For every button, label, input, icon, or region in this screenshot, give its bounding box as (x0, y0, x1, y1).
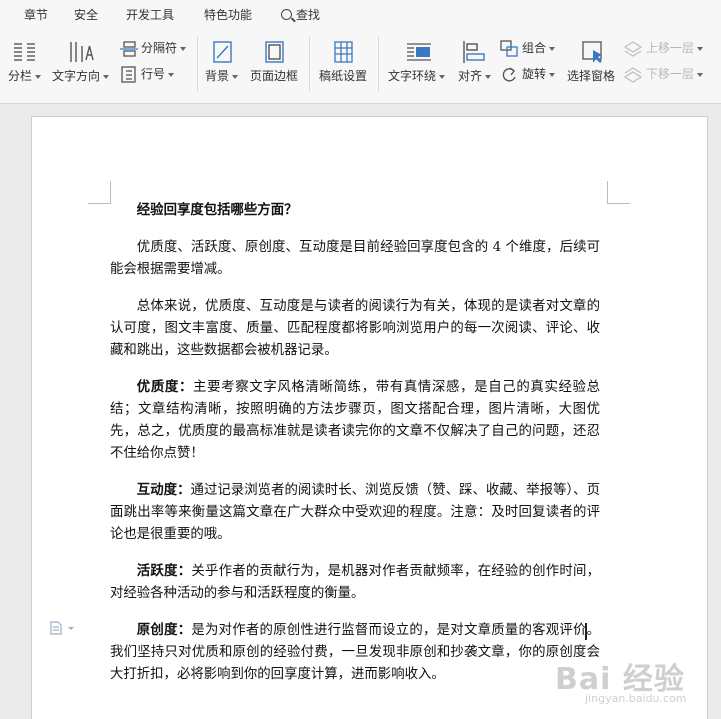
rotate-icon (502, 67, 516, 82)
columns-label: 分栏 (8, 69, 41, 83)
paragraph: 活跃度：关乎作者的贡献行为，是机器对作者贡献频率，在经验的创作时间，对经验各种活… (110, 561, 600, 605)
background-icon (213, 41, 232, 63)
tab-chapter[interactable]: 章节 (24, 7, 48, 23)
text-cursor (585, 623, 587, 640)
align-button[interactable]: 对齐 (455, 38, 493, 86)
term-interaction: 互动度： (136, 483, 191, 498)
search-icon (281, 9, 292, 20)
selection-pane-icon (582, 41, 602, 63)
bring-forward-label: 上移一层 (646, 41, 703, 55)
send-backward-label: 下移一层 (646, 67, 703, 81)
text-direction-label: 文字方向 (52, 69, 109, 83)
paragraph-menu-button[interactable] (50, 620, 76, 639)
text-wrap-button[interactable]: 文字环绕 (386, 38, 450, 86)
search-label: 查找 (296, 8, 321, 22)
bring-forward-button[interactable]: 上移一层 (624, 40, 704, 58)
group-label: 组合 (522, 41, 555, 55)
toolbar-divider (309, 36, 310, 92)
search-button[interactable]: 查找 (281, 7, 320, 23)
selection-pane-label: 选择窗格 (567, 69, 616, 83)
grid-paper-icon (334, 41, 353, 63)
margin-corner-top-right (607, 181, 630, 204)
term-quality: 优质度： (136, 380, 194, 395)
text-wrap-label: 文字环绕 (388, 69, 445, 83)
paragraph: 原创度：是为对作者的原创性进行监督而设立的，是对文章质量的客观评价。我们坚持只对… (110, 620, 600, 686)
page-border-label: 页面边框 (250, 69, 299, 83)
separator-label: 分隔符 (141, 41, 186, 55)
align-label: 对齐 (458, 69, 491, 83)
send-backward-icon (624, 67, 642, 83)
margin-corner-top-left (88, 181, 111, 204)
ribbon-toolbar: 章节 安全 开发工具 特色功能 查找 分栏 文字方向 分隔符 行号 背景 页面边… (0, 0, 721, 104)
line-number-button[interactable]: 行号 (120, 66, 180, 84)
group-icon (500, 40, 518, 57)
tab-security[interactable]: 安全 (74, 7, 98, 23)
selection-pane-button[interactable]: 选择窗格 (566, 38, 620, 86)
rotate-button[interactable]: 旋转 (500, 66, 560, 84)
paragraph: 优质度、活跃度、原创度、互动度是目前经验回享度包含的 4 个维度，后续可能会根据… (110, 240, 600, 277)
document-body[interactable]: 经验回享度包括哪些方面？ 优质度、活跃度、原创度、互动度是目前经验回享度包含的 … (110, 200, 600, 701)
tab-developer-tools[interactable]: 开发工具 (126, 7, 174, 23)
grid-paper-label: 稿纸设置 (319, 69, 368, 83)
grid-paper-settings-button[interactable]: 稿纸设置 (316, 38, 372, 86)
rotate-label: 旋转 (522, 67, 555, 81)
columns-icon (14, 43, 35, 61)
separator-button[interactable]: 分隔符 (120, 40, 192, 58)
line-number-label: 行号 (141, 67, 174, 81)
background-label: 背景 (205, 69, 238, 83)
separator-icon (120, 41, 138, 57)
page-border-button[interactable]: 页面边框 (249, 38, 303, 86)
paragraph: 互动度：通过记录浏览者的阅读时长、浏览反馈（赞、踩、收藏、举报等）、页面跳出率等… (110, 480, 600, 546)
text-wrap-icon (407, 43, 431, 61)
ribbon-tabs: 章节 安全 开发工具 特色功能 查找 (0, 0, 721, 30)
bring-forward-icon (624, 41, 642, 57)
page-border-icon (265, 41, 284, 63)
text-direction-icon (70, 42, 94, 62)
group-button[interactable]: 组合 (500, 40, 560, 58)
columns-button[interactable]: 分栏 (6, 38, 44, 86)
watermark-url: jingyan.baidu.com (585, 692, 687, 705)
align-icon (463, 41, 485, 63)
document-title: 经验回享度包括哪些方面？ (136, 203, 298, 218)
send-backward-button[interactable]: 下移一层 (624, 66, 704, 84)
tab-special-features[interactable]: 特色功能 (204, 7, 252, 23)
document-icon (50, 621, 74, 635)
term-activity: 活跃度： (136, 564, 192, 579)
background-button[interactable]: 背景 (203, 38, 243, 86)
toolbar-divider (378, 36, 379, 92)
term-originality: 原创度： (136, 623, 192, 638)
baidu-jingyan-watermark: Bai 经验 jingyan.baidu.com (555, 650, 715, 718)
toolbar-divider (197, 36, 198, 92)
line-number-icon (121, 66, 136, 83)
paragraph: 总体来说，优质度、互动度是与读者的阅读行为有关，体现的是读者对文章的认可度，图文… (110, 299, 600, 358)
paragraph: 优质度：主要考察文字风格清晰简练，带有真情深感，是自己的真实经验总结；文章结构清… (110, 377, 600, 465)
text-direction-button[interactable]: 文字方向 (50, 38, 112, 86)
